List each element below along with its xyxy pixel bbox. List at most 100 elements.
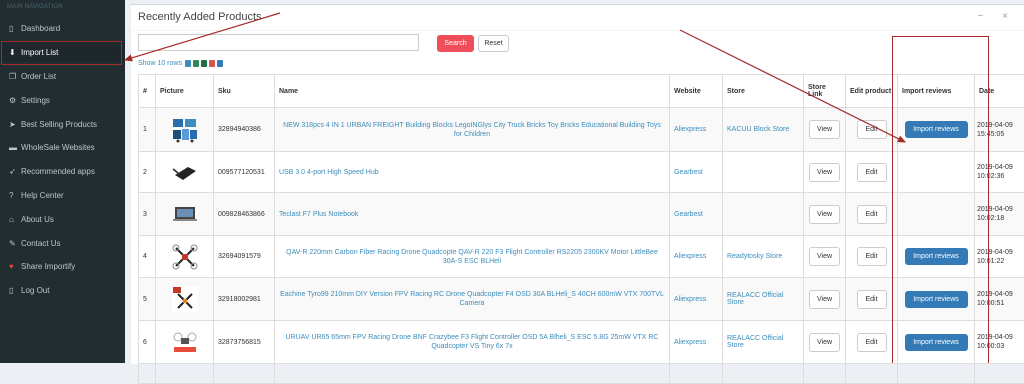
copy-icon: ❐: [9, 72, 21, 81]
product-picture[interactable]: [156, 236, 214, 278]
sidebar-item-label: Contact Us: [21, 239, 61, 248]
store-link[interactable]: REALACC Official Store: [723, 278, 804, 321]
website-link[interactable]: Aliexpress: [670, 278, 723, 321]
row-number: 4: [139, 236, 156, 278]
nav-header: MAIN NAVIGATION: [0, 0, 125, 13]
view-button[interactable]: View: [809, 247, 840, 266]
edit-cell: Edit: [846, 278, 898, 321]
sidebar-item-dashboard[interactable]: ▯ Dashboard: [0, 18, 125, 38]
edit-button[interactable]: Edit: [857, 247, 887, 266]
column-header[interactable]: Edit product: [846, 75, 898, 108]
product-thumbnail: [172, 244, 198, 270]
sidebar-item-about-us[interactable]: ⌂ About Us: [0, 209, 125, 229]
store-link-cell: View: [804, 193, 846, 236]
search-input[interactable]: [138, 34, 419, 51]
show-rows-control[interactable]: Show 10 rows: [138, 60, 223, 67]
edit-cell: Edit: [846, 236, 898, 278]
reset-button[interactable]: Reset: [478, 35, 509, 52]
store-link-cell: View: [804, 152, 846, 193]
product-thumbnail: [172, 329, 198, 355]
rocket-icon: ➶: [9, 167, 21, 176]
store-link[interactable]: [723, 193, 804, 236]
print-export-icon[interactable]: [217, 60, 223, 67]
product-image: [172, 244, 198, 270]
website-link[interactable]: Gearbest: [670, 152, 723, 193]
row-number: 3: [139, 193, 156, 236]
store-link-cell: View: [804, 236, 846, 278]
pdf-export-icon[interactable]: [209, 60, 215, 67]
website-link[interactable]: Aliexpress: [670, 236, 723, 278]
edit-cell: Edit: [846, 321, 898, 364]
sku-cell: 32873756815: [214, 321, 275, 364]
view-button[interactable]: View: [809, 290, 840, 309]
product-image: [172, 329, 198, 355]
product-name-link[interactable]: Teclast F7 Plus Notebook: [275, 193, 670, 236]
logout-icon: ▯: [9, 286, 21, 295]
view-button[interactable]: View: [809, 120, 840, 139]
sidebar-item-best-selling-products[interactable]: ➤ Best Selling Products: [0, 114, 125, 134]
edit-button[interactable]: Edit: [857, 120, 887, 139]
product-thumbnail: [172, 159, 198, 185]
product-picture[interactable]: [156, 321, 214, 364]
view-button[interactable]: View: [809, 205, 840, 224]
row-number: 1: [139, 108, 156, 152]
column-header[interactable]: #: [139, 75, 156, 108]
product-thumbnail: [172, 201, 198, 227]
sidebar-item-contact-us[interactable]: ✎ Contact Us: [0, 233, 125, 253]
product-name-link[interactable]: NEW 318pcs 4 IN 1 URBAN FREIGHT Building…: [275, 108, 670, 152]
sidebar-item-log-out[interactable]: ▯ Log Out: [0, 280, 125, 300]
column-header[interactable]: Store: [723, 75, 804, 108]
column-header[interactable]: Sku: [214, 75, 275, 108]
sidebar-item-recommended-apps[interactable]: ➶ Recommended apps: [0, 161, 125, 181]
folder-icon: ▬: [9, 143, 21, 152]
column-header[interactable]: Store Link: [804, 75, 846, 108]
close-icon[interactable]: ×: [1002, 11, 1008, 22]
product-picture[interactable]: [156, 193, 214, 236]
store-link[interactable]: Readytosky Store: [723, 236, 804, 278]
column-header[interactable]: Website: [670, 75, 723, 108]
sidebar-item-help-center[interactable]: ? Help Center: [0, 185, 125, 205]
row-number: 2: [139, 152, 156, 193]
sidebar-item-label: About Us: [21, 215, 54, 224]
highlight-box-import-list: [1, 41, 122, 65]
view-button[interactable]: View: [809, 333, 840, 352]
product-picture[interactable]: [156, 108, 214, 152]
column-header[interactable]: Name: [275, 75, 670, 108]
search-button[interactable]: Search: [437, 35, 474, 52]
product-name-link[interactable]: Eachine Tyro99 210mm DIY Version FPV Rac…: [275, 278, 670, 321]
show-rows-label[interactable]: Show 10 rows: [138, 60, 182, 67]
copy-export-icon[interactable]: [185, 60, 191, 67]
sidebar-item-label: WholeSale Websites: [21, 143, 95, 152]
edit-button[interactable]: Edit: [857, 333, 887, 352]
heart-icon: ♥: [9, 262, 21, 271]
sidebar-item-share-importify[interactable]: ♥ Share Importify: [0, 256, 125, 276]
product-name-link[interactable]: USB 3.0 4-port High Speed Hub: [275, 152, 670, 193]
website-link[interactable]: Aliexpress: [670, 108, 723, 152]
sku-cell: 32894940386: [214, 108, 275, 152]
product-name-link[interactable]: QAV-R 220mm Carbon Fiber Racing Drone Qu…: [275, 236, 670, 278]
store-link[interactable]: REALACC Official Store: [723, 321, 804, 364]
sku-cell: 009577120531: [214, 152, 275, 193]
sidebar-item-label: Dashboard: [21, 24, 60, 33]
store-link[interactable]: [723, 152, 804, 193]
store-link[interactable]: KACUU Block Store: [723, 108, 804, 152]
highlight-box-import-reviews: [892, 36, 989, 363]
website-link[interactable]: Gearbest: [670, 193, 723, 236]
csv-export-icon[interactable]: [193, 60, 199, 67]
edit-button[interactable]: Edit: [857, 290, 887, 309]
excel-export-icon[interactable]: [201, 60, 207, 67]
product-name-link[interactable]: URUAV UR65 65mm FPV Racing Drone BNF Cra…: [275, 321, 670, 364]
minimize-icon[interactable]: −: [978, 11, 984, 22]
view-button[interactable]: View: [809, 163, 840, 182]
website-link[interactable]: Aliexpress: [670, 321, 723, 364]
product-picture[interactable]: [156, 278, 214, 321]
edit-button[interactable]: Edit: [857, 205, 887, 224]
sidebar-item-label: Best Selling Products: [21, 120, 97, 129]
product-picture[interactable]: [156, 152, 214, 193]
sidebar-item-label: Share Importify: [21, 262, 75, 271]
edit-button[interactable]: Edit: [857, 163, 887, 182]
sidebar-item-order-list[interactable]: ❐ Order List: [0, 66, 125, 86]
sidebar-item-settings[interactable]: ⚙ Settings: [0, 90, 125, 110]
column-header[interactable]: Picture: [156, 75, 214, 108]
sidebar-item-wholesale-websites[interactable]: ▬ WholeSale Websites: [0, 137, 125, 157]
